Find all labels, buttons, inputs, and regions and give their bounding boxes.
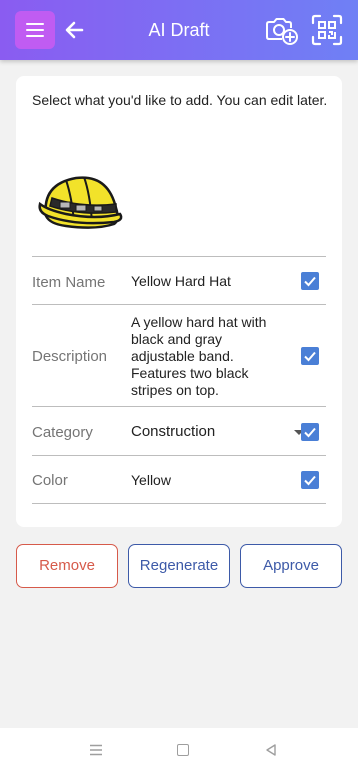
remove-button[interactable]: Remove — [16, 544, 118, 588]
menu-icon-line — [26, 35, 44, 37]
category-select[interactable]: Construction — [131, 423, 215, 440]
field-row-description: Description A yellow hard hat with black… — [32, 304, 326, 406]
menu-icon — [26, 23, 44, 25]
include-checkbox[interactable] — [301, 272, 319, 290]
app-bar: AI Draft — [0, 0, 358, 60]
approve-button[interactable]: Approve — [240, 544, 342, 588]
qr-scan-icon — [311, 14, 343, 46]
field-row-color: Color Yellow — [32, 455, 326, 503]
back-arrow-icon — [65, 21, 84, 39]
field-label: Category — [32, 424, 93, 441]
field-label: Item Name — [32, 274, 106, 291]
checkmark-icon — [304, 276, 316, 287]
field-row-item-name: Item Name Yellow Hard Hat — [32, 256, 326, 304]
divider — [32, 503, 326, 504]
menu-button[interactable] — [15, 11, 55, 49]
scan-button[interactable] — [311, 14, 343, 46]
draft-card: Select what you'd like to add. You can e… — [16, 76, 342, 527]
regenerate-button[interactable]: Regenerate — [128, 544, 230, 588]
field-value: Yellow — [131, 472, 171, 488]
system-nav-bar — [0, 728, 358, 773]
include-checkbox[interactable] — [301, 471, 319, 489]
field-row-category[interactable]: Category Construction — [32, 406, 326, 455]
field-value: A yellow hard hat with black and gray ad… — [131, 314, 267, 398]
checkmark-icon — [304, 351, 316, 362]
intro-text: Select what you'd like to add. You can e… — [32, 92, 328, 108]
checkmark-icon — [304, 427, 316, 438]
back-triangle-icon[interactable] — [264, 743, 278, 757]
field-label: Description — [32, 348, 108, 365]
recent-apps-icon[interactable] — [177, 744, 189, 756]
page-title: AI Draft — [148, 20, 210, 40]
back-button[interactable] — [62, 16, 88, 44]
include-checkbox[interactable] — [301, 423, 319, 441]
menu-icon-line — [26, 29, 44, 31]
field-label: Color — [32, 472, 68, 489]
hard-hat-image — [38, 176, 123, 229]
field-value: Yellow Hard Hat — [131, 273, 231, 289]
add-photo-button[interactable] — [265, 14, 299, 46]
home-lines-icon[interactable] — [89, 744, 103, 756]
include-checkbox[interactable] — [301, 347, 319, 365]
camera-add-icon — [266, 18, 298, 45]
checkmark-icon — [304, 475, 316, 486]
